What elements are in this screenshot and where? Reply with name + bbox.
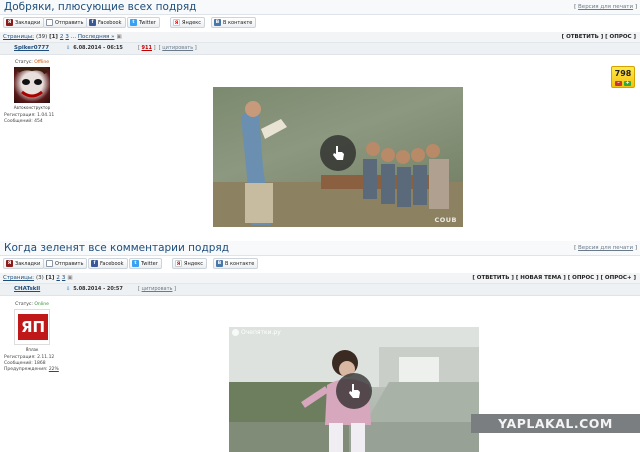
twitter-button[interactable]: t Twitter (127, 17, 160, 28)
quote-link[interactable]: цитировать (142, 286, 173, 292)
send-button[interactable]: Отправить (43, 17, 88, 28)
envelope-icon (46, 19, 53, 26)
user-panel: Статус: Offline Автоконструктор Регистра… (0, 60, 64, 125)
pagination-bar: Страницы: (3) [1] 2 3 ▣ [ ОТВЕТИТЬ ] [ НОВАЯ… (0, 273, 640, 284)
post-header: Spiker0777 ⇩ 6.08.2014 - 06:15 [ 911 ] [ … (0, 43, 640, 55)
page-link-3[interactable]: 3 (62, 275, 66, 281)
user-status: Статус: Offline (15, 60, 49, 65)
hand-pointer-icon (333, 146, 344, 160)
user-stats: Регистрация: 2.11.12 Сообщений: 1868 Пре… (4, 355, 59, 372)
bookmarks-button[interactable]: Я Закладки (3, 258, 45, 269)
post-number-link[interactable]: 911 (142, 45, 152, 51)
topic-title: Добряки, плюсующие всех подряд (4, 1, 197, 13)
page-link-2[interactable]: 2 (60, 34, 64, 40)
bookmarks-icon: Я (6, 19, 13, 26)
pagination: Страницы: (3) [1] 2 3 ▣ (3, 275, 73, 281)
channel-logo-icon (232, 329, 239, 336)
print-version-link[interactable]: [ Версия для печати ] (574, 245, 637, 251)
yandex-button[interactable]: Я Яндекс (172, 258, 208, 269)
bookmarks-icon: Я (6, 260, 13, 267)
rate-plus-button[interactable]: + (624, 81, 631, 86)
page-link-2[interactable]: 2 (56, 275, 60, 281)
rating-value: 798 (614, 69, 632, 78)
topic-actions[interactable]: [ ОТВЕТИТЬ ] [ НОВАЯ ТЕМА ] [ ОПРОС ] [ … (472, 275, 636, 281)
current-page: [1] (45, 275, 55, 281)
topic-title-bar: Добряки, плюсующие всех подряд [ Версия … (0, 0, 640, 15)
warnings-link[interactable]: 22% (49, 367, 59, 372)
share-bar: Я Закладки Отправить f Facebook t Twitter Я… (0, 256, 640, 273)
avatar[interactable]: ЯП (14, 309, 50, 345)
vk-button[interactable]: ВВ контакте (213, 258, 259, 269)
current-page: [1] (49, 34, 58, 40)
coub-logo: COUB (434, 216, 457, 224)
post-date: ⇩ 6.08.2014 - 06:15 (66, 45, 123, 51)
yandex-icon: Я (175, 260, 182, 267)
play-button[interactable] (320, 135, 356, 171)
envelope-icon (46, 260, 53, 267)
avatar[interactable] (14, 66, 50, 103)
page-link-3[interactable]: 3 (65, 34, 69, 40)
facebook-button[interactable]: f Facebook (86, 17, 126, 28)
twitter-button[interactable]: t Twitter (129, 258, 162, 269)
vk-icon: В (214, 19, 221, 26)
user-rank: Яплак (25, 347, 39, 352)
video-player-2[interactable]: Очепятки.ру (229, 327, 479, 452)
quote-link[interactable]: цитировать (162, 45, 193, 51)
video-player-1[interactable]: COUB (213, 87, 463, 227)
post-author-link[interactable]: CHATskll (14, 286, 40, 292)
user-stats: Регистрация: 1.04.11 Сообщений: 454 (4, 113, 55, 124)
bookmarks-button[interactable]: Я Закладки (3, 17, 45, 28)
topic-block-1: Добряки, плюсующие всех подряд [ Версия … (0, 0, 640, 240)
vk-icon: В (216, 260, 223, 267)
twitter-icon: t (132, 260, 139, 267)
topic-title-bar: Когда зеленят все комментарии подряд [ В… (0, 241, 640, 256)
post-meta: [ цитировать ] (138, 286, 177, 292)
post-meta: [ 911 ] [ цитировать ] (138, 45, 197, 51)
user-status: Статус: Online (15, 302, 49, 307)
yandex-button[interactable]: Я Яндекс (170, 17, 206, 28)
rate-minus-button[interactable]: – (615, 81, 622, 86)
post-link-icon[interactable]: ⇩ (66, 286, 70, 292)
twitter-icon: t (130, 19, 137, 26)
pagination-bar: Страницы: (39) [1] 2 3... Последняя » ▣ [ ОТ… (0, 32, 640, 43)
video-channel-label: Очепятки.ру (232, 329, 281, 336)
page-menu-icon[interactable]: ▣ (116, 34, 121, 40)
post-rating: 798 – + (611, 66, 635, 88)
user-rank: Автоконструктор (13, 105, 51, 110)
facebook-icon: f (91, 260, 98, 267)
site-watermark: YAPLAKAL.COM (471, 414, 640, 433)
post-author-link[interactable]: Spiker0777 (14, 45, 49, 51)
post-link-icon[interactable]: ⇩ (66, 45, 70, 51)
last-page-link[interactable]: Последняя » (78, 34, 115, 40)
pagination: Страницы: (39) [1] 2 3... Последняя » ▣ (3, 34, 122, 40)
vk-button[interactable]: ВВ контакте (211, 17, 257, 28)
facebook-icon: f (89, 19, 96, 26)
page-menu-icon[interactable]: ▣ (67, 275, 72, 281)
post-date: ⇩ 5.08.2014 - 20:57 (66, 286, 123, 292)
play-button[interactable] (336, 373, 372, 409)
pages-label[interactable]: Страницы: (3, 275, 34, 281)
send-button[interactable]: Отправить (43, 258, 88, 269)
post-header: CHATskll ⇩ 5.08.2014 - 20:57 [ цитировать… (0, 284, 640, 296)
topic-title: Когда зеленят все комментарии подряд (4, 242, 229, 254)
facebook-button[interactable]: f Facebook (88, 258, 128, 269)
hand-pointer-icon (349, 384, 360, 398)
user-panel: Статус: Online ЯП Яплак Регистрация: 2.1… (0, 302, 64, 373)
print-version-link[interactable]: [ Версия для печати ] (574, 4, 637, 10)
share-bar: Я Закладки Отправить f Facebook t Twitter Я… (0, 15, 640, 32)
topic-actions[interactable]: [ ОТВЕТИТЬ ] [ ОПРОС ] (562, 34, 636, 40)
pages-label[interactable]: Страницы: (3, 34, 34, 40)
yandex-icon: Я (173, 19, 180, 26)
